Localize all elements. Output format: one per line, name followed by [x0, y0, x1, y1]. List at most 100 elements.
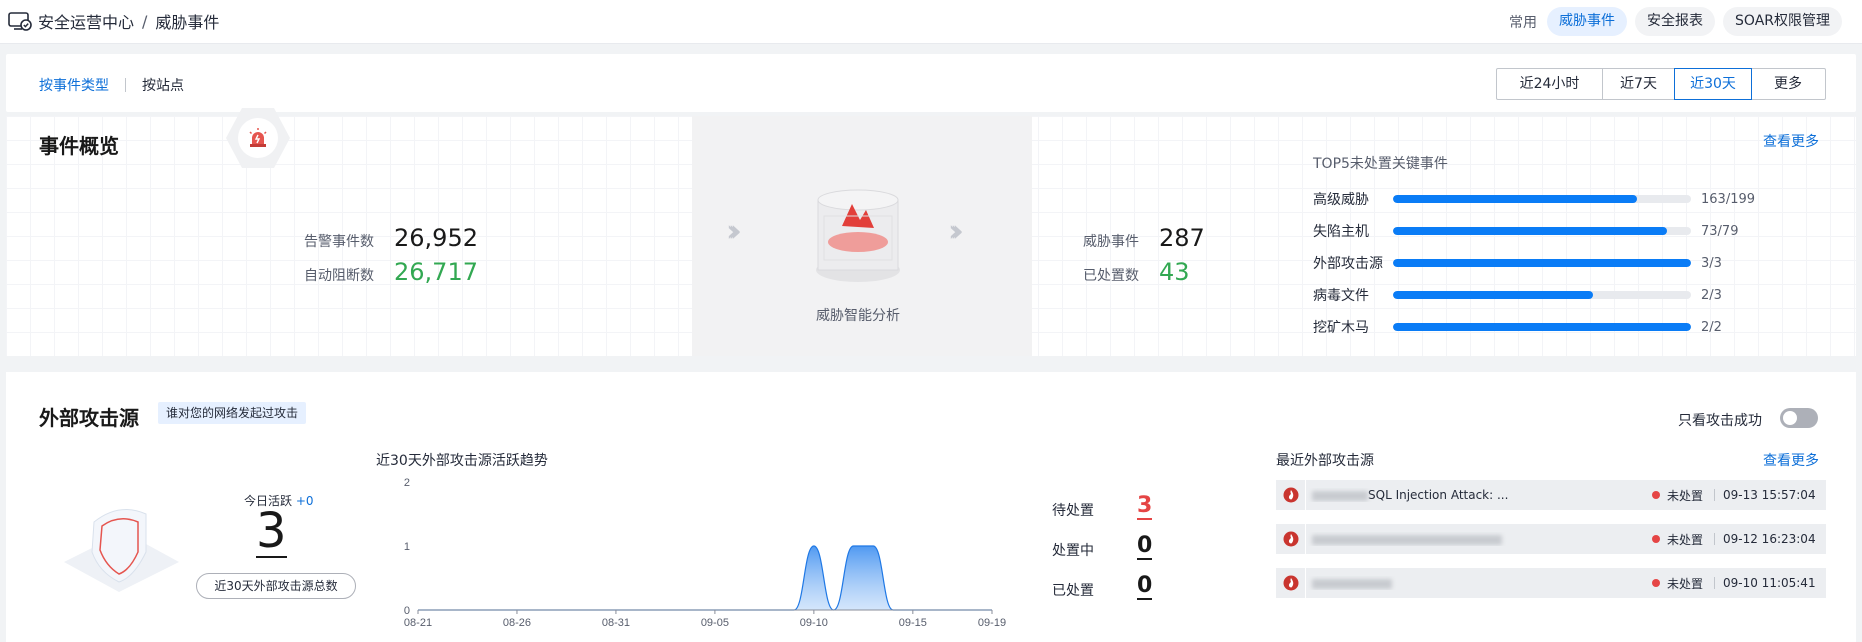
recent-item-status: 未处置 [1667, 576, 1704, 591]
recent-item-time: 09-10 11:05:41 [1723, 576, 1816, 590]
tab-by-event-type[interactable]: 按事件类型 [39, 75, 109, 95]
top5-progress-track [1393, 259, 1691, 267]
range-more-button[interactable]: 更多 [1751, 69, 1825, 99]
top5-row-value: 163/199 [1701, 191, 1756, 207]
recent-more-link[interactable]: 查看更多 [1763, 450, 1819, 470]
success-only-label: 只看攻击成功 [1678, 413, 1762, 429]
blocked-count-metric: 自动阻断数 26,717 [304, 258, 478, 286]
breadcrumb: 安全运营中心 / 威胁事件 [8, 9, 219, 33]
toggle-knob [1783, 411, 1797, 425]
recent-item-text: SQL Injection Attack: ... [1368, 488, 1509, 502]
top5-progress-fill [1393, 195, 1638, 203]
alert-count-metric: 告警事件数 26,952 [304, 224, 478, 252]
top5-row-value: 2/2 [1701, 319, 1722, 335]
top5-row-name: 外部攻击源 [1313, 256, 1383, 272]
done-value[interactable]: 0 [1137, 574, 1153, 600]
pending-label: 待处置 [1052, 503, 1094, 519]
top5-row[interactable]: 失陷主机 73/79 [1313, 221, 1738, 241]
top5-row-name: 病毒文件 [1313, 288, 1369, 304]
view-tabs: 按事件类型 按站点 [39, 75, 184, 95]
threat-event-metric: 威胁事件 287 [1083, 224, 1205, 252]
recent-item[interactable]: SQL Injection Attack: ... 未处置 09-13 15:5… [1276, 480, 1826, 510]
top5-row[interactable]: 挖矿木马 2/2 [1313, 317, 1722, 337]
breadcrumb-current: 威胁事件 [155, 13, 220, 32]
masked-source [1312, 578, 1392, 589]
overview-title: 事件概览 [39, 134, 119, 158]
top5-title: TOP5未处置关键事件 [1313, 156, 1448, 172]
time-range-selector: 近24小时 近7天 近30天 更多 [1496, 68, 1826, 100]
top5-progress-track [1393, 227, 1691, 235]
x-tick-label: 08-31 [602, 617, 630, 629]
top5-row-name: 挖矿木马 [1313, 320, 1369, 336]
masked-ip [1312, 490, 1368, 501]
quick-link-threat-events[interactable]: 威胁事件 [1547, 7, 1628, 36]
blocked-count-value: 26,717 [394, 258, 478, 286]
fire-icon [1276, 568, 1306, 598]
top5-progress-fill [1393, 227, 1668, 235]
quick-links: 常用 威胁事件 安全报表 SOAR权限管理 [1509, 7, 1842, 36]
y-tick-label: 1 [404, 541, 410, 553]
top-bar: 安全运营中心 / 威胁事件 常用 威胁事件 安全报表 SOAR权限管理 [0, 0, 1862, 44]
x-tick-label: 09-05 [701, 617, 729, 629]
top5-progress-fill [1393, 259, 1691, 267]
x-tick-label: 09-15 [899, 617, 927, 629]
breadcrumb-root[interactable]: 安全运营中心 [38, 9, 134, 33]
success-only-toggle[interactable] [1780, 408, 1818, 428]
top5-progress-fill [1393, 323, 1691, 331]
recent-item-status: 未处置 [1667, 532, 1704, 547]
top5-progress-track [1393, 323, 1691, 331]
divider [1714, 489, 1715, 501]
divider [1714, 533, 1715, 545]
alert-count-value: 26,952 [394, 224, 478, 252]
total-30d-button[interactable]: 近30天外部攻击源总数 [196, 573, 356, 599]
handled-count-metric: 已处置数 43 [1083, 258, 1190, 286]
processing-value[interactable]: 0 [1137, 534, 1153, 560]
top5-row-name: 高级威胁 [1313, 192, 1369, 208]
monitor-shield-icon [8, 12, 32, 31]
shield-icon [64, 509, 179, 592]
recent-item-time: 09-12 16:23:04 [1723, 532, 1816, 546]
recent-item[interactable]: 未处置 09-12 16:23:04 [1276, 524, 1826, 554]
recent-item-time: 09-13 15:57:04 [1723, 488, 1816, 502]
filter-bar: 按事件类型 按站点 近24小时 近7天 近30天 更多 [6, 54, 1856, 112]
breadcrumb-separator: / [142, 11, 148, 31]
top5-row[interactable]: 外部攻击源 3/3 [1313, 253, 1722, 273]
quick-link-security-report[interactable]: 安全报表 [1635, 7, 1716, 36]
overview-more-link[interactable]: 查看更多 [1763, 131, 1819, 151]
range-7d-button[interactable]: 近7天 [1603, 69, 1675, 99]
today-active-value[interactable]: 3 [256, 506, 287, 558]
done-label: 已处置 [1052, 583, 1094, 599]
alarm-light-icon [238, 118, 278, 158]
x-tick-label: 08-21 [404, 617, 432, 629]
status-dot [1652, 579, 1660, 587]
fire-icon [1276, 480, 1306, 510]
handled-count-label: 已处置数 [1083, 268, 1139, 284]
recent-item[interactable]: 未处置 09-10 11:05:41 [1276, 568, 1826, 598]
x-tick-label: 08-26 [503, 617, 531, 629]
y-tick-label: 2 [404, 477, 410, 489]
top5-progress-track [1393, 291, 1691, 299]
trend-area [418, 546, 992, 610]
quick-link-soar-permissions[interactable]: SOAR权限管理 [1723, 7, 1842, 36]
tab-by-site[interactable]: 按站点 [142, 75, 184, 95]
recent-item-status: 未处置 [1667, 488, 1704, 503]
processing-label: 处置中 [1052, 543, 1094, 559]
top5-row[interactable]: 病毒文件 2/3 [1313, 285, 1722, 305]
x-tick-label: 09-19 [978, 617, 1006, 629]
external-attack-panel: 外部攻击源 谁对您的网络发起过攻击 只看攻击成功 今日活跃 +0 3 近30天外… [6, 372, 1856, 642]
range-30d-button[interactable]: 近30天 [1674, 68, 1752, 100]
status-dot [1652, 491, 1660, 499]
external-tag: 谁对您的网络发起过攻击 [158, 402, 307, 424]
top5-row-name: 失陷主机 [1313, 224, 1369, 240]
quick-links-label: 常用 [1509, 14, 1538, 31]
top5-row-value: 2/3 [1701, 287, 1722, 303]
recent-title: 最近外部攻击源 [1276, 453, 1374, 469]
alert-count-label: 告警事件数 [304, 234, 374, 250]
trend-chart-title: 近30天外部攻击源活跃趋势 [376, 453, 548, 469]
pending-value[interactable]: 3 [1137, 494, 1153, 520]
top5-row[interactable]: 高级威胁 163/199 [1313, 189, 1755, 209]
handled-count-value: 43 [1159, 258, 1190, 286]
range-24h-button[interactable]: 近24小时 [1497, 69, 1603, 99]
trend-line [418, 545, 992, 611]
x-tick-label: 09-10 [800, 617, 828, 629]
